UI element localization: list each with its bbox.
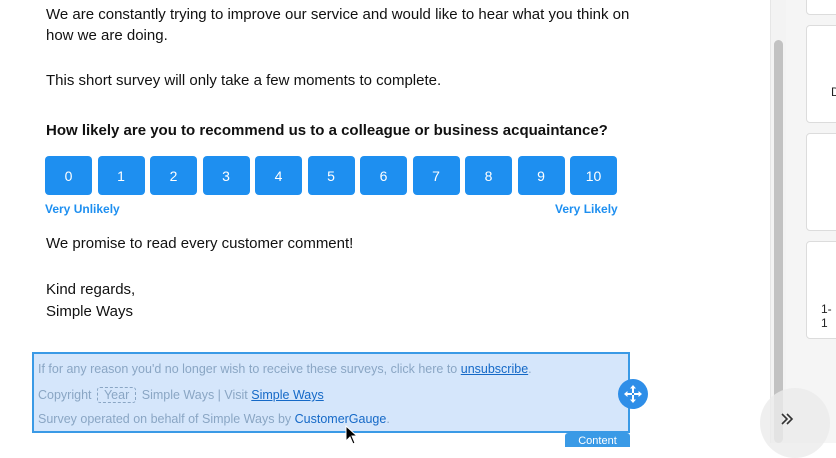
- operated-line: Survey operated on behalf of Simple Ways…: [38, 412, 390, 426]
- copyright-line: Copyright Year Simple Ways | Visit Simpl…: [38, 387, 324, 403]
- customergauge-link[interactable]: CustomerGauge: [295, 412, 387, 426]
- unsubscribe-prefix: If for any reason you'd no longer wish t…: [38, 362, 461, 376]
- panel-card-2[interactable]: [806, 25, 836, 123]
- scale-label-low: Very Unlikely: [45, 202, 120, 216]
- double-chevron-right-icon[interactable]: [772, 404, 802, 434]
- copyright-mid: Simple Ways | Visit: [141, 388, 248, 402]
- visit-link[interactable]: Simple Ways: [251, 388, 323, 402]
- scrollbar-thumb[interactable]: [774, 40, 783, 443]
- operated-suffix: .: [386, 412, 390, 426]
- move-arrows-icon[interactable]: [618, 379, 648, 409]
- year-merge-field[interactable]: Year: [96, 387, 137, 403]
- nps-score-button-2[interactable]: 2: [150, 156, 197, 195]
- operated-prefix: Survey operated on behalf of Simple Ways…: [38, 412, 295, 426]
- panel-card-1[interactable]: [806, 0, 836, 15]
- nps-score-button-4[interactable]: 4: [255, 156, 302, 195]
- nps-score-button-7[interactable]: 7: [412, 156, 460, 195]
- unsubscribe-line: If for any reason you'd no longer wish t…: [38, 362, 532, 376]
- nps-score-button-0[interactable]: 0: [45, 156, 92, 195]
- promise-text: We promise to read every customer commen…: [46, 235, 354, 252]
- nps-score-button-5[interactable]: 5: [307, 156, 355, 195]
- unsubscribe-link[interactable]: unsubscribe: [461, 362, 528, 376]
- nps-question: How likely are you to recommend us to a …: [46, 122, 608, 139]
- closing-text: Kind regards,: [46, 281, 136, 298]
- scale-label-high: Very Likely: [555, 202, 618, 216]
- nps-score-button-3[interactable]: 3: [202, 156, 250, 195]
- nps-score-button-8[interactable]: 8: [465, 156, 512, 195]
- panel-card-3[interactable]: [806, 133, 836, 231]
- copyright-prefix: Copyright: [38, 388, 92, 402]
- short-survey-text: This short survey will only take a few m…: [46, 72, 442, 89]
- panel-card-2-text: D: [831, 85, 836, 99]
- footer-block-selected[interactable]: If for any reason you'd no longer wish t…: [32, 352, 630, 433]
- panel-card-4-text: 1-1: [821, 302, 832, 330]
- intro-line-2: how we are doing.: [46, 27, 168, 44]
- nps-score-button-9[interactable]: 9: [517, 156, 565, 195]
- nps-scale: 0 1 2 3 4 5 6 7 8 9 10: [45, 156, 617, 195]
- email-canvas: We are constantly trying to improve our …: [0, 0, 770, 447]
- mouse-pointer-icon: [345, 424, 359, 450]
- signature-text: Simple Ways: [46, 303, 133, 320]
- unsubscribe-suffix: .: [528, 362, 532, 376]
- nps-score-button-6[interactable]: 6: [360, 156, 407, 195]
- nps-score-button-10[interactable]: 10: [570, 156, 617, 195]
- nps-score-button-1[interactable]: 1: [97, 156, 145, 195]
- intro-line-1: We are constantly trying to improve our …: [46, 6, 630, 23]
- content-tab[interactable]: Content: [565, 433, 630, 447]
